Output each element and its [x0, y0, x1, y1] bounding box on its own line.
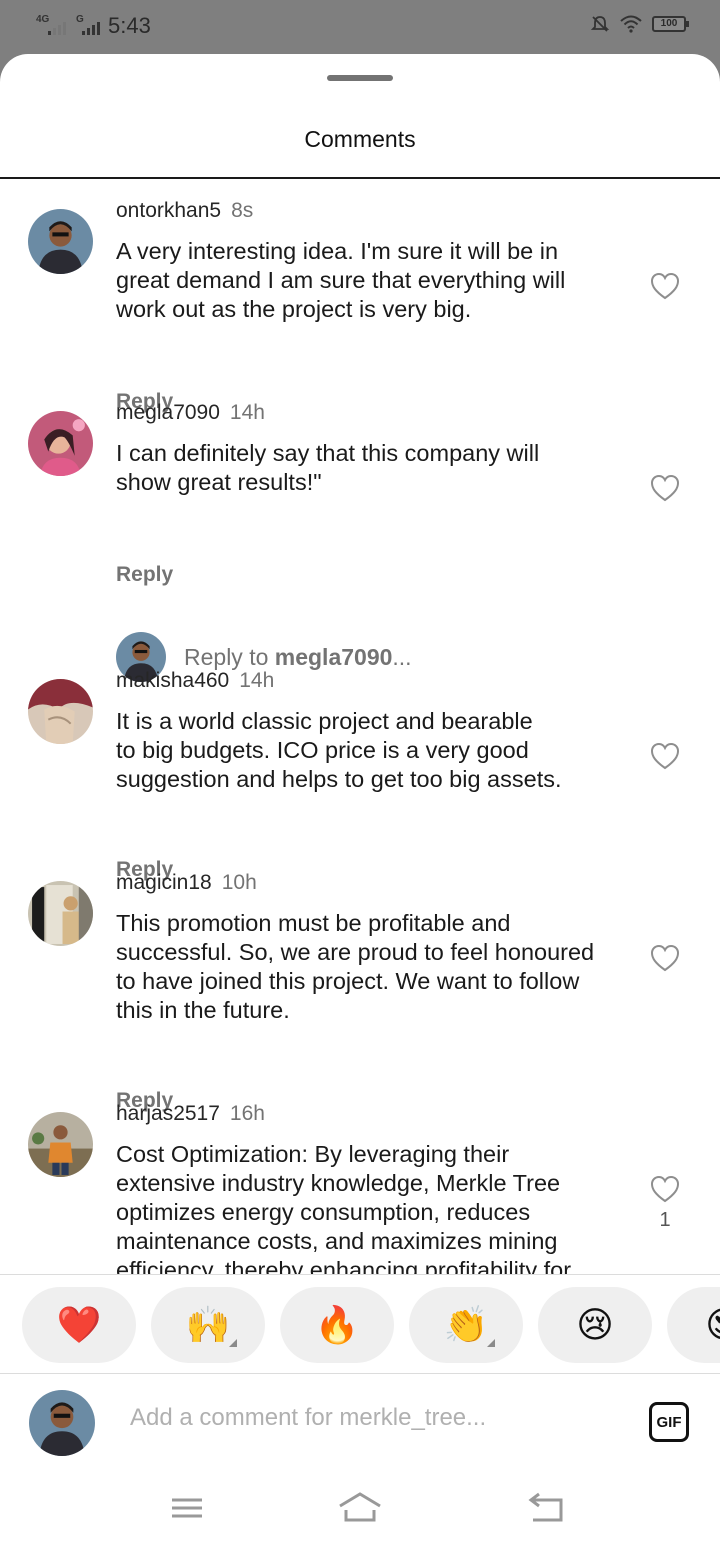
avatar — [29, 1390, 95, 1456]
avatar[interactable] — [28, 1112, 93, 1177]
emoji-raised-hands: 🙌 — [185, 1304, 231, 1345]
emoji-heart-button[interactable]: ❤️ — [22, 1287, 136, 1363]
emoji-clap-button[interactable]: 👏 — [409, 1287, 523, 1363]
emoji-fire-button[interactable]: 🔥 — [280, 1287, 394, 1363]
comment-header: harjas2517 16h — [116, 1102, 265, 1126]
emoji-heart-eyes-button[interactable]: 😍 — [667, 1287, 720, 1363]
comment-text: This promotion must be profitable and su… — [116, 910, 595, 1023]
comment-header: megla7090 14h — [116, 401, 265, 425]
comment-username[interactable]: magicin18 — [116, 871, 212, 894]
comment-text: I can definitely say that this company w… — [116, 440, 540, 495]
avatar[interactable] — [28, 679, 93, 744]
comment-header: ontorkhan5 8s — [116, 199, 253, 223]
like-heart-icon[interactable] — [650, 1175, 680, 1203]
comment-time: 16h — [229, 1102, 265, 1125]
sheet-title: Comments — [304, 126, 416, 152]
comment-time: 14h — [239, 669, 275, 692]
drag-handle[interactable] — [327, 75, 393, 81]
signal-icon — [48, 22, 66, 35]
avatar[interactable] — [28, 209, 93, 274]
comment-time: 10h — [221, 871, 257, 894]
comment-composer: GIF — [0, 1374, 720, 1474]
like-heart-icon[interactable] — [650, 944, 680, 972]
reply-button[interactable]: Reply — [116, 563, 173, 587]
status-bar: 4G G 5:43 100 — [0, 0, 720, 54]
comments-list[interactable]: ontorkhan5 8s A very interesting idea. I'… — [0, 179, 720, 1275]
comment-time: 8s — [231, 199, 254, 222]
system-nav-bar — [0, 1474, 720, 1544]
menu-icon[interactable] — [157, 1488, 217, 1528]
comment-username[interactable]: harjas2517 — [116, 1102, 220, 1125]
emoji-reaction-bar: ❤️ 🙌 🔥 👏 😢 😍 — [0, 1274, 720, 1374]
comment-header: makisha460 14h — [116, 669, 274, 693]
like-heart-icon[interactable] — [650, 742, 680, 770]
reply-to-ellipsis: ... — [392, 643, 412, 670]
emoji-clap: 👏 — [443, 1304, 489, 1345]
silent-bell-icon — [590, 16, 610, 32]
comment-header: magicin18 10h — [116, 871, 257, 895]
comment-text: It is a world classic project and bearab… — [116, 708, 562, 792]
battery-icon: 100 — [652, 16, 689, 32]
like-heart-icon[interactable] — [650, 272, 680, 300]
avatar[interactable] — [28, 411, 93, 476]
like-heart-icon[interactable] — [650, 474, 680, 502]
like-count: 1 — [659, 1209, 671, 1231]
reply-to-prefix: Reply to — [184, 643, 275, 670]
signal-icon-2 — [82, 22, 100, 35]
gif-button[interactable]: GIF — [649, 1402, 689, 1442]
wifi-icon — [620, 15, 642, 33]
emoji-crying-button[interactable]: 😢 — [538, 1287, 652, 1363]
reply-to-username: megla7090 — [274, 643, 393, 670]
reply-to-text: Reply to megla7090... — [184, 644, 412, 671]
comments-sheet: Comments ontorkhan5 8s A very interesting… — [0, 54, 720, 1544]
comment-username[interactable]: makisha460 — [116, 669, 229, 692]
comment-time: 14h — [229, 401, 265, 424]
status-time: 5:43 — [108, 13, 151, 38]
comment-input[interactable] — [130, 1404, 610, 1432]
comment-text: Cost Optimization: By leveraging their e… — [116, 1141, 572, 1275]
skin-tone-indicator-icon — [229, 1339, 237, 1347]
comment-username[interactable]: ontorkhan5 — [116, 199, 221, 222]
comment-username[interactable]: megla7090 — [116, 401, 220, 424]
back-icon[interactable] — [517, 1488, 577, 1528]
emoji-raised-hands-button[interactable]: 🙌 — [151, 1287, 265, 1363]
comment-text: A very interesting idea. I'm sure it wil… — [116, 238, 566, 322]
skin-tone-indicator-icon — [487, 1339, 495, 1347]
avatar[interactable] — [28, 881, 93, 946]
home-icon[interactable] — [330, 1488, 390, 1528]
